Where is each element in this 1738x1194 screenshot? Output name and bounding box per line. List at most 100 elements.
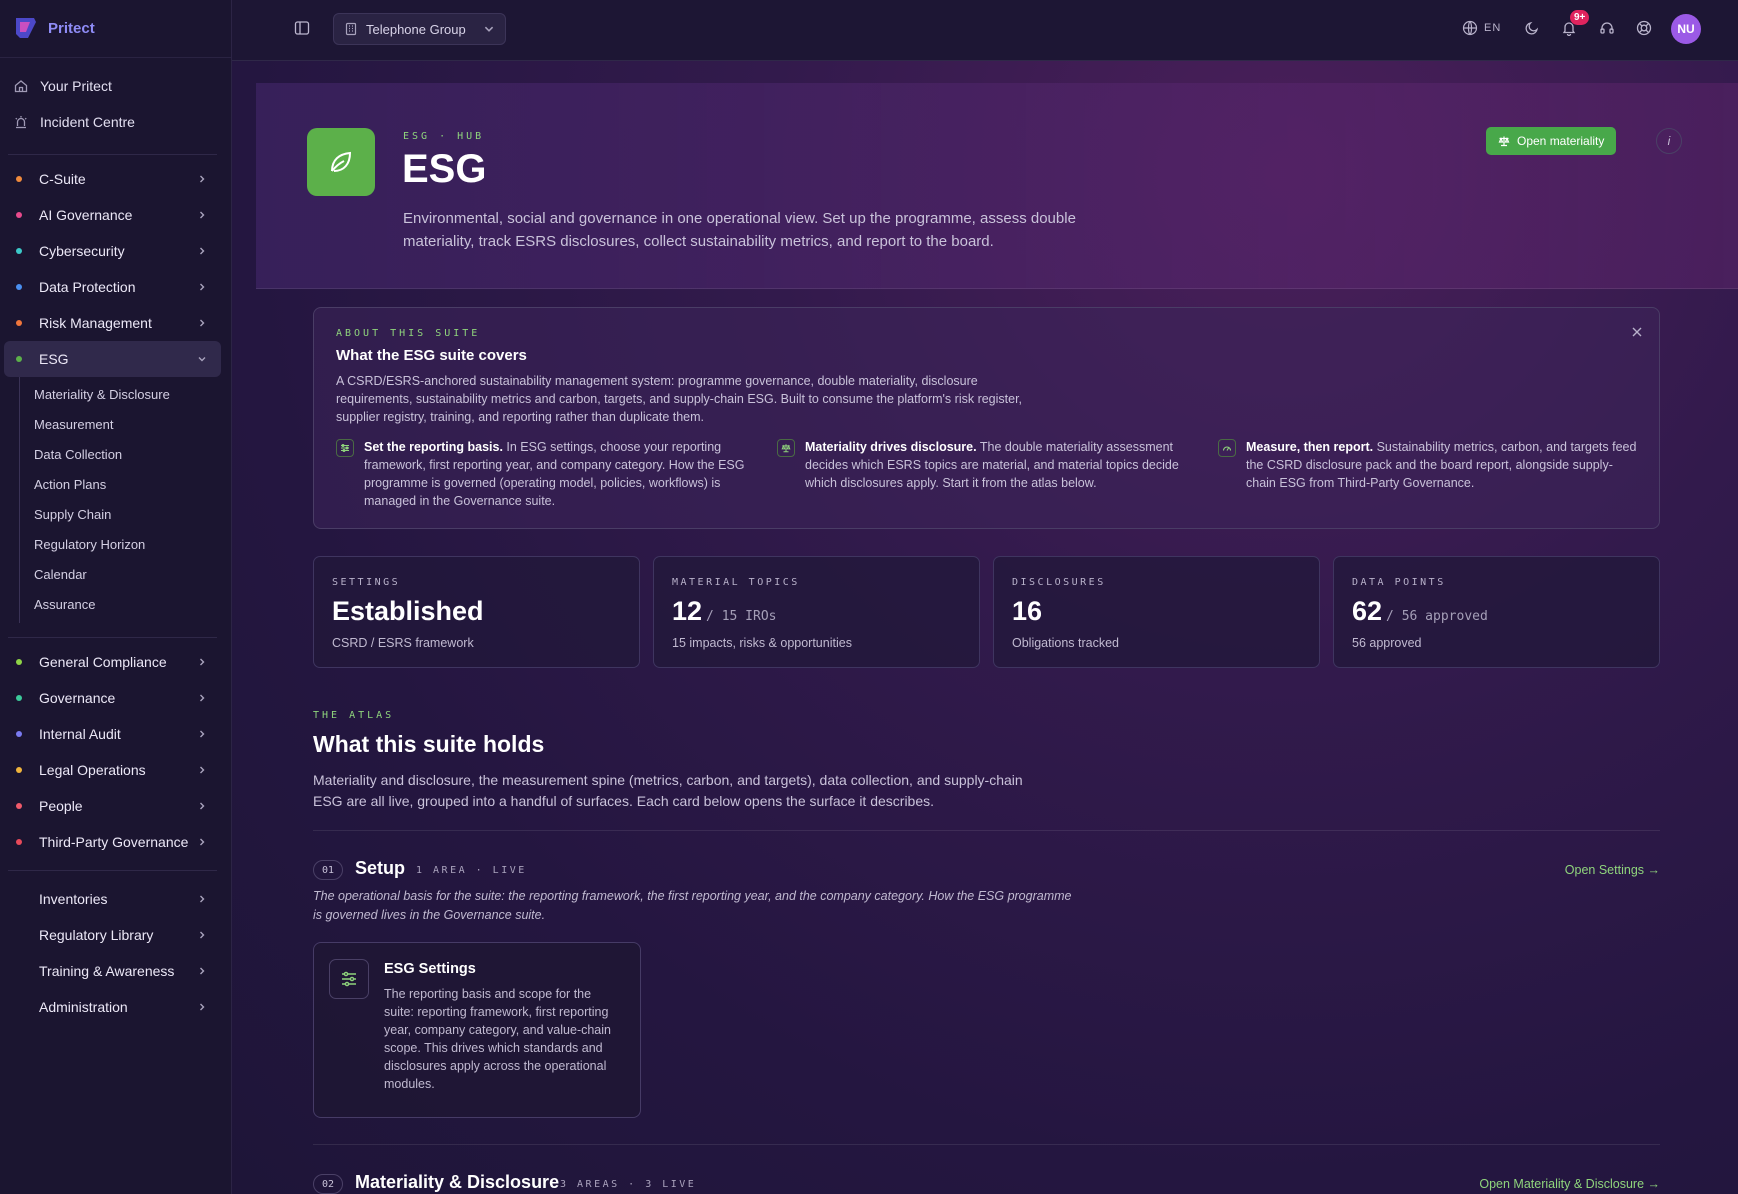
stat-sub: 15 impacts, risks & opportunities <box>672 636 852 650</box>
about-column-bold: Materiality drives disclosure. <box>805 440 977 454</box>
nav-label: Governance <box>39 690 116 706</box>
utility-nav: Inventories Regulatory Library Training … <box>0 881 231 1025</box>
suite-dot <box>16 839 22 845</box>
user-avatar[interactable]: NU <box>1671 14 1701 44</box>
section-divider <box>313 1144 1660 1145</box>
stat-card-settings[interactable]: SETTINGS Established CSRD / ESRS framewo… <box>313 556 640 668</box>
close-icon[interactable] <box>1631 325 1643 337</box>
suite-dot <box>16 731 22 737</box>
chevron-right-icon <box>197 210 207 220</box>
about-column-text: Set the reporting basis. In ESG settings… <box>364 438 756 510</box>
suite-dot <box>16 212 22 218</box>
suite-dot <box>16 320 22 326</box>
esg-subnav: Materiality & Disclosure Measurement Dat… <box>19 377 231 623</box>
stat-card-material-topics[interactable]: MATERIAL TOPICS 12/ 15 IROs 15 impacts, … <box>653 556 980 668</box>
section-title: Materiality & Disclosure <box>355 1172 560 1192</box>
sidebar-item-legal-operations[interactable]: Legal Operations <box>4 752 221 788</box>
chevron-right-icon <box>197 837 207 847</box>
sidebar-item-administration[interactable]: Administration <box>4 989 221 1025</box>
sidebar-divider <box>8 870 217 871</box>
chevron-down-icon <box>483 23 495 35</box>
nav-label: ESG <box>39 351 69 367</box>
nav-label: Administration <box>39 999 128 1015</box>
scale-icon <box>777 439 795 457</box>
suite-dot <box>16 803 22 809</box>
open-materiality-disclosure-link[interactable]: Open Materiality & Disclosure → <box>1479 1177 1660 1191</box>
info-button[interactable]: i <box>1656 128 1682 154</box>
sidebar-item-people[interactable]: People <box>4 788 221 824</box>
top-nav: Your Pritect Incident Centre <box>0 58 231 148</box>
sidebar-toggle-icon[interactable] <box>294 20 310 36</box>
section-number: 01 <box>313 860 343 880</box>
moon-icon[interactable] <box>1524 20 1542 38</box>
sidebar-item-cybersecurity[interactable]: Cybersecurity <box>4 233 221 269</box>
sidebar-sub-data-collection[interactable]: Data Collection <box>20 439 231 469</box>
stat-card-data-points[interactable]: DATA POINTS 62/ 56 approved 56 approved <box>1333 556 1660 668</box>
chevron-right-icon <box>197 693 207 703</box>
atlas-title: What this suite holds <box>313 731 545 757</box>
stat-label: DISCLOSURES <box>1012 577 1106 588</box>
sidebar-item-general-compliance[interactable]: General Compliance <box>4 644 221 680</box>
sidebar-item-third-party-governance[interactable]: Third-Party Governance <box>4 824 221 860</box>
sidebar-item-risk-management[interactable]: Risk Management <box>4 305 221 341</box>
sidebar-sub-supply-chain[interactable]: Supply Chain <box>20 499 231 529</box>
sidebar-sub-calendar[interactable]: Calendar <box>20 559 231 589</box>
nav-label: C-Suite <box>39 171 86 187</box>
section-meta: 3 AREAS · 3 LIVE <box>560 1179 697 1190</box>
sidebar-sub-assurance[interactable]: Assurance <box>20 589 231 619</box>
nav-label: Regulatory Library <box>39 927 154 943</box>
nav-label: Your Pritect <box>40 78 112 94</box>
help-lifebuoy-icon[interactable] <box>1636 20 1654 38</box>
sidebar-item-inventories[interactable]: Inventories <box>4 881 221 917</box>
nav-label: Risk Management <box>39 315 152 331</box>
sidebar-item-internal-audit[interactable]: Internal Audit <box>4 716 221 752</box>
suite-dot <box>16 176 22 182</box>
stat-value: 62/ 56 approved <box>1352 596 1488 627</box>
sidebar-item-ai-governance[interactable]: AI Governance <box>4 197 221 233</box>
chevron-down-icon <box>197 354 207 364</box>
pritect-logo-icon <box>16 17 36 38</box>
suite-dot <box>16 767 22 773</box>
nav-incident-centre[interactable]: Incident Centre <box>0 104 231 140</box>
about-title: What the ESG suite covers <box>336 347 527 364</box>
brand[interactable]: Pritect <box>0 0 231 58</box>
language-label: EN <box>1484 22 1502 34</box>
atlas-eyebrow: THE ATLAS <box>313 710 395 721</box>
sliders-icon <box>336 439 354 457</box>
sidebar-item-c-suite[interactable]: C-Suite <box>4 161 221 197</box>
nav-label: Internal Audit <box>39 726 121 742</box>
chevron-right-icon <box>197 729 207 739</box>
globe-icon <box>1462 20 1478 36</box>
suite-dot <box>16 248 22 254</box>
sidebar-sub-materiality[interactable]: Materiality & Disclosure <box>20 379 231 409</box>
headset-icon[interactable] <box>1599 20 1617 38</box>
open-settings-link[interactable]: Open Settings → <box>1565 863 1660 877</box>
sidebar-item-governance[interactable]: Governance <box>4 680 221 716</box>
nav-label: Inventories <box>39 891 108 907</box>
sidebar-sub-action-plans[interactable]: Action Plans <box>20 469 231 499</box>
stat-label: DATA POINTS <box>1352 577 1446 588</box>
chevron-right-icon <box>197 282 207 292</box>
gauge-icon <box>1218 439 1236 457</box>
topbar: Telephone Group EN 9+ NU <box>232 0 1738 61</box>
nav-label: General Compliance <box>39 654 167 670</box>
stat-value-text: 62 <box>1352 596 1383 626</box>
nav-label: Cybersecurity <box>39 243 125 259</box>
chevron-right-icon <box>197 1002 207 1012</box>
sidebar-item-data-protection[interactable]: Data Protection <box>4 269 221 305</box>
sidebar-sub-measurement[interactable]: Measurement <box>20 409 231 439</box>
org-selector[interactable]: Telephone Group <box>333 13 506 45</box>
about-column-bold: Measure, then report. <box>1246 440 1374 454</box>
esg-settings-card[interactable]: ESG Settings The reporting basis and sco… <box>313 942 641 1118</box>
sidebar-item-esg[interactable]: ESG <box>4 341 221 377</box>
language-switcher[interactable]: EN <box>1462 20 1501 36</box>
card-title: ESG Settings <box>384 961 476 977</box>
open-materiality-button[interactable]: Open materiality <box>1486 127 1617 155</box>
hero-eyebrow: ESG · HUB <box>403 131 485 142</box>
sidebar-sub-regulatory-horizon[interactable]: Regulatory Horizon <box>20 529 231 559</box>
stat-card-disclosures[interactable]: DISCLOSURES 16 Obligations tracked <box>993 556 1320 668</box>
suite-dot <box>16 284 22 290</box>
sidebar-item-training-awareness[interactable]: Training & Awareness <box>4 953 221 989</box>
sidebar-item-regulatory-library[interactable]: Regulatory Library <box>4 917 221 953</box>
nav-your-pritect[interactable]: Your Pritect <box>0 68 231 104</box>
